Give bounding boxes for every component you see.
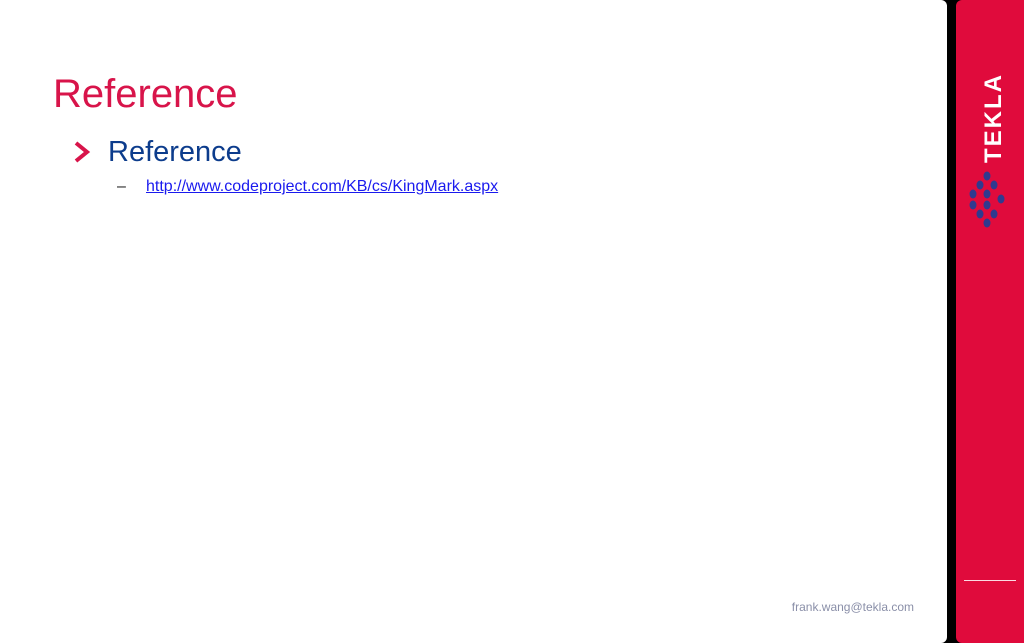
tekla-diamond-dots-icon: [969, 171, 1005, 228]
brand-logo-text: TEKLA: [980, 73, 1007, 163]
footer-email: frank.wang@tekla.com: [791, 600, 914, 614]
reference-link[interactable]: http://www.codeproject.com/KB/cs/KingMar…: [146, 177, 498, 197]
bullet-label: Reference: [108, 136, 242, 168]
sub-bullet-item: – http://www.codeproject.com/KB/cs/KingM…: [117, 177, 498, 197]
bullet-item: Reference: [72, 134, 242, 170]
slide-title: Reference: [53, 72, 238, 116]
slide-canvas: Reference Reference – http://www.codepro…: [0, 0, 947, 643]
brand-divider: [964, 580, 1016, 581]
dash-marker: –: [117, 178, 126, 195]
chevron-right-icon: [74, 141, 91, 163]
